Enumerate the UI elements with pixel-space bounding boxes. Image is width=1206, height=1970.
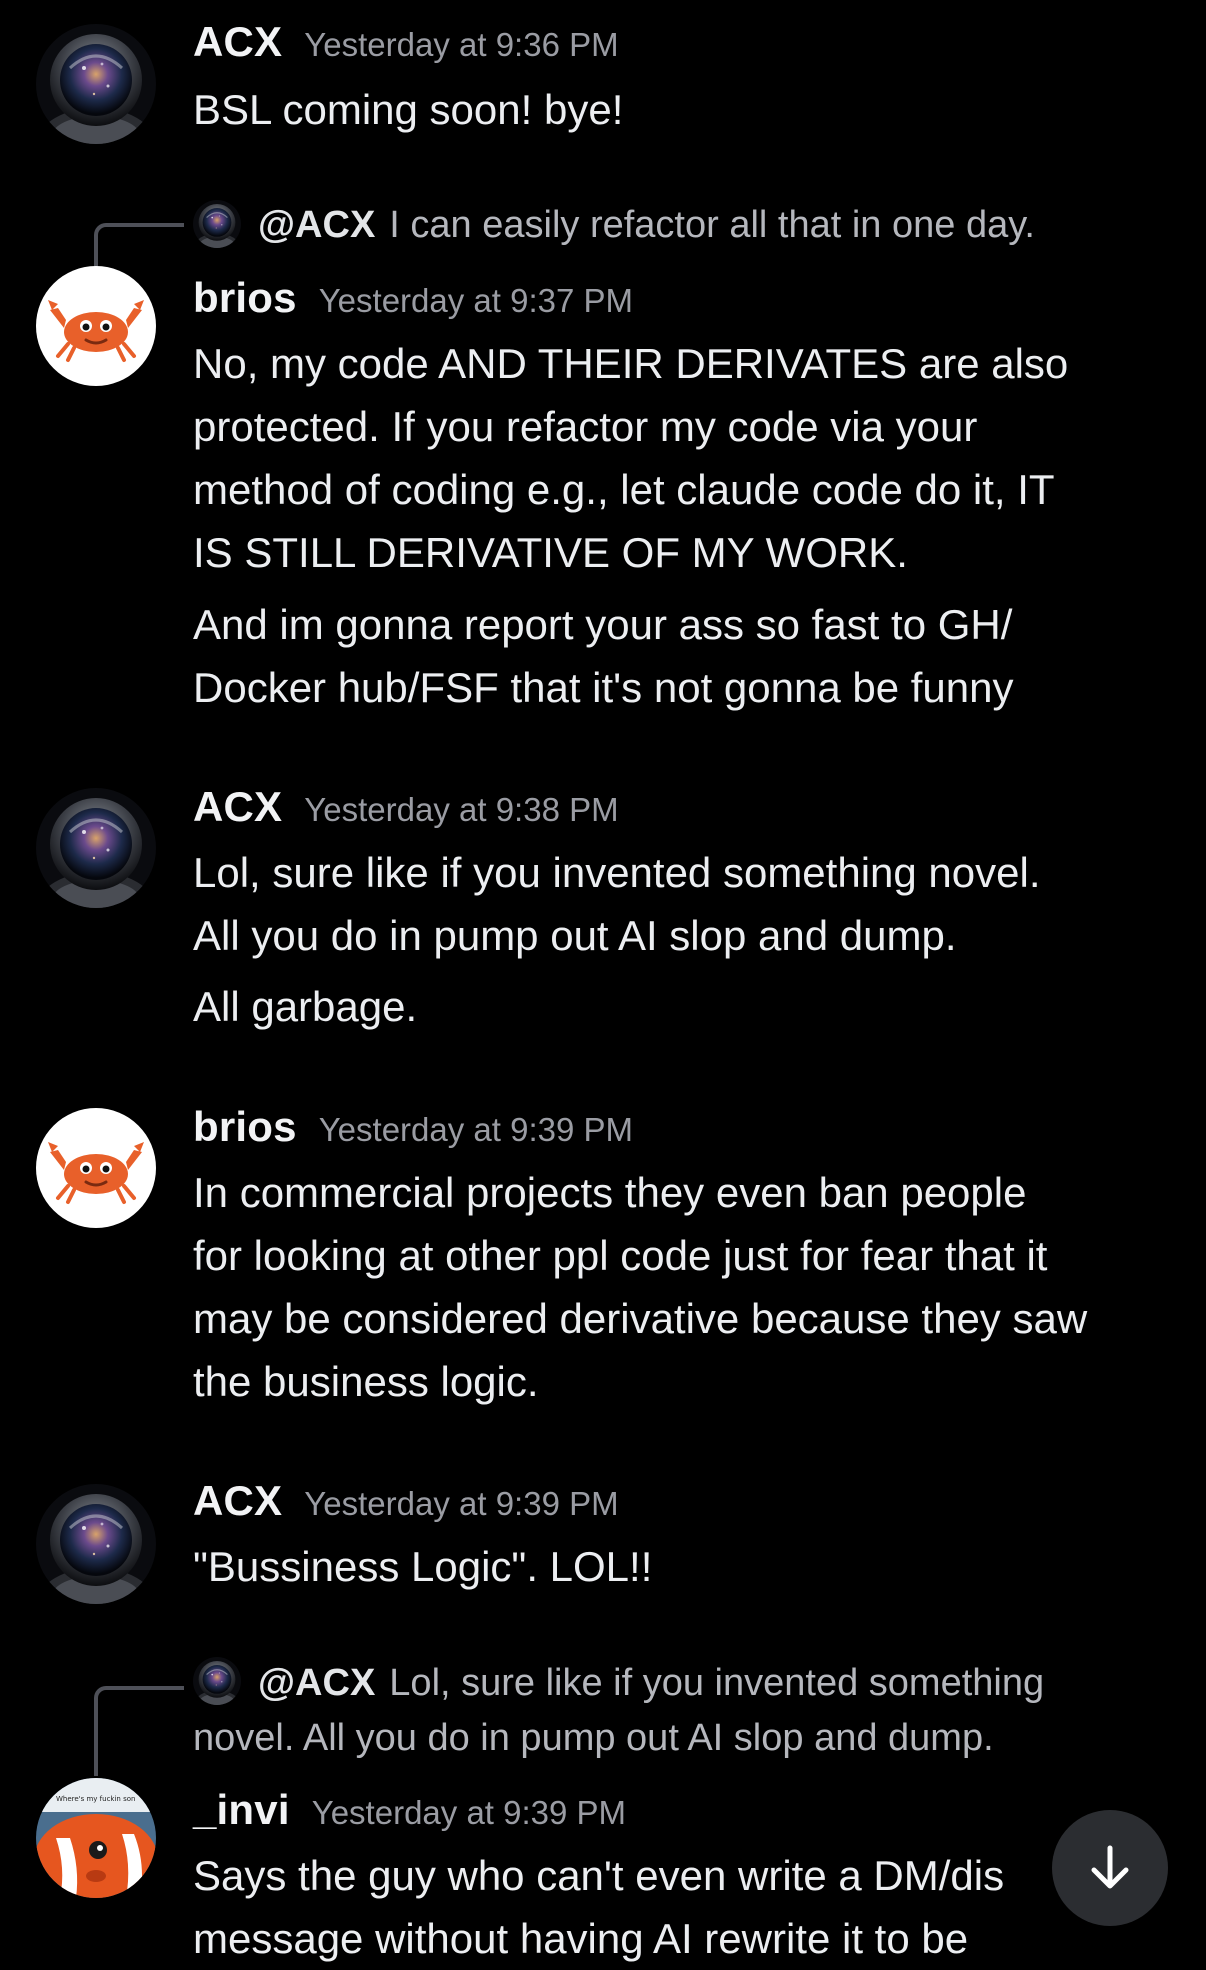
- reply-snippet: Lol, sure like if you invented something: [389, 1662, 1045, 1704]
- message-line: the business logic.: [193, 1358, 539, 1405]
- astronaut-avatar-icon[interactable]: [36, 1484, 156, 1604]
- message-line: for looking at other ppl code just for f…: [193, 1232, 1048, 1279]
- astronaut-avatar-icon[interactable]: [36, 788, 156, 908]
- reply-connector: [94, 1686, 184, 1776]
- message-header: brios Yesterday at 9:39 PM: [193, 1103, 633, 1151]
- arrow-down-icon: [1091, 1845, 1129, 1889]
- astronaut-avatar-icon[interactable]: [36, 24, 156, 144]
- message-line: "Bussiness Logic". LOL!!: [193, 1543, 653, 1590]
- reply-author[interactable]: @ACX: [258, 204, 375, 246]
- timestamp: Yesterday at 9:38 PM: [304, 791, 619, 828]
- username[interactable]: _invi: [193, 1786, 290, 1833]
- username[interactable]: ACX: [193, 1477, 282, 1524]
- message-line: In commercial projects they even ban peo…: [193, 1169, 1027, 1216]
- message-line: Says the guy who can't even write a DM/d…: [193, 1852, 1005, 1899]
- message-line: Lol, sure like if you invented something…: [193, 849, 1041, 896]
- username[interactable]: ACX: [193, 783, 282, 830]
- timestamp: Yesterday at 9:39 PM: [304, 1485, 619, 1522]
- jump-to-present-button[interactable]: [1052, 1810, 1168, 1926]
- crab-avatar-icon[interactable]: [36, 266, 156, 386]
- astronaut-avatar-icon: [193, 200, 241, 248]
- message-header: ACX Yesterday at 9:38 PM: [193, 783, 619, 831]
- message-line: And im gonna report your ass so fast to …: [193, 601, 1013, 648]
- username[interactable]: ACX: [193, 18, 282, 65]
- message-header: ACX Yesterday at 9:36 PM: [193, 18, 619, 66]
- reply-snippet: I can easily refactor all that in one da…: [389, 204, 1035, 246]
- clownfish-avatar-icon[interactable]: Where's my fuckin son: [36, 1778, 156, 1898]
- message-line: method of coding e.g., let claude code d…: [193, 466, 1055, 513]
- message-line: No, my code AND THEIR DERIVATES are also: [193, 340, 1069, 387]
- message-header: _invi Yesterday at 9:39 PM: [193, 1786, 626, 1834]
- message-line: message without having AI rewrite it to …: [193, 1915, 969, 1962]
- timestamp: Yesterday at 9:36 PM: [304, 26, 619, 63]
- username[interactable]: brios: [193, 1103, 297, 1150]
- avatar-caption: Where's my fuckin son: [56, 1795, 136, 1803]
- message-line: All you do in pump out AI slop and dump.: [193, 912, 957, 959]
- reply-snippet-continued: novel. All you do in pump out AI slop an…: [193, 1717, 994, 1759]
- message-line: protected. If you refactor my code via y…: [193, 403, 978, 450]
- reply-preview[interactable]: @ACX I can easily refactor all that in on…: [258, 198, 1035, 252]
- message-header: brios Yesterday at 9:37 PM: [193, 274, 633, 322]
- timestamp: Yesterday at 9:39 PM: [318, 1111, 633, 1148]
- message-line: may be considered derivative because the…: [193, 1295, 1088, 1342]
- message-header: ACX Yesterday at 9:39 PM: [193, 1477, 619, 1525]
- message-line: BSL coming soon! bye!: [193, 86, 624, 133]
- timestamp: Yesterday at 9:37 PM: [318, 282, 633, 319]
- reply-preview[interactable]: @ACX Lol, sure like if you invented somet…: [258, 1656, 1044, 1710]
- username[interactable]: brios: [193, 274, 297, 321]
- timestamp: Yesterday at 9:39 PM: [311, 1794, 627, 1831]
- reply-author[interactable]: @ACX: [258, 1662, 375, 1704]
- message-line: All garbage.: [193, 983, 418, 1030]
- message-line: Docker hub/FSF that it's not gonna be fu…: [193, 664, 1014, 711]
- crab-avatar-icon[interactable]: [36, 1108, 156, 1228]
- message-line: IS STILL DERIVATIVE OF MY WORK.: [193, 529, 908, 576]
- astronaut-avatar-icon: [193, 1657, 241, 1705]
